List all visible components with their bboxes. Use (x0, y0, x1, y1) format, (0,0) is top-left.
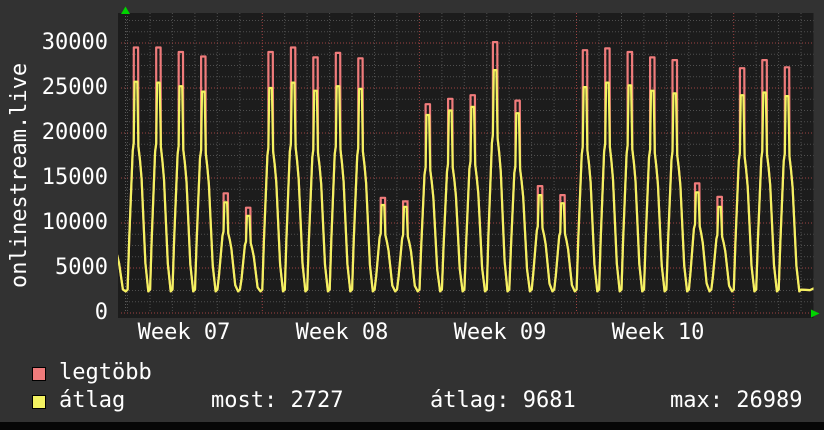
y-tick-25000: 25000 (41, 75, 108, 100)
stat-max: max: 26989 (670, 388, 803, 413)
y-tick-20000: 20000 (41, 120, 108, 145)
y-tick-5000: 5000 (55, 255, 108, 280)
y-tick-0: 0 (94, 300, 108, 325)
legend-swatch-legtobb (32, 367, 46, 381)
x-tick-week-10: Week 10 (611, 320, 705, 345)
y-tick-15000: 15000 (41, 165, 108, 190)
y-tick-30000: 30000 (41, 30, 108, 55)
legend-label-atlag: átlag (59, 388, 126, 413)
x-axis-arrow-icon (811, 309, 820, 318)
x-tick-week-08: Week 08 (295, 320, 389, 345)
legend-label-legtobb: legtöbb (59, 360, 152, 385)
y-tick-10000: 10000 (41, 210, 108, 235)
legend-swatch-atlag (32, 395, 46, 409)
x-tick-week-09: Week 09 (453, 320, 547, 345)
bottom-border-bar (0, 422, 824, 430)
stat-atlag: átlag: 9681 (430, 388, 576, 413)
x-tick-week-07: Week 07 (137, 320, 231, 345)
y-axis-arrow-icon (121, 6, 130, 14)
stat-most: most: 2727 (211, 388, 344, 413)
